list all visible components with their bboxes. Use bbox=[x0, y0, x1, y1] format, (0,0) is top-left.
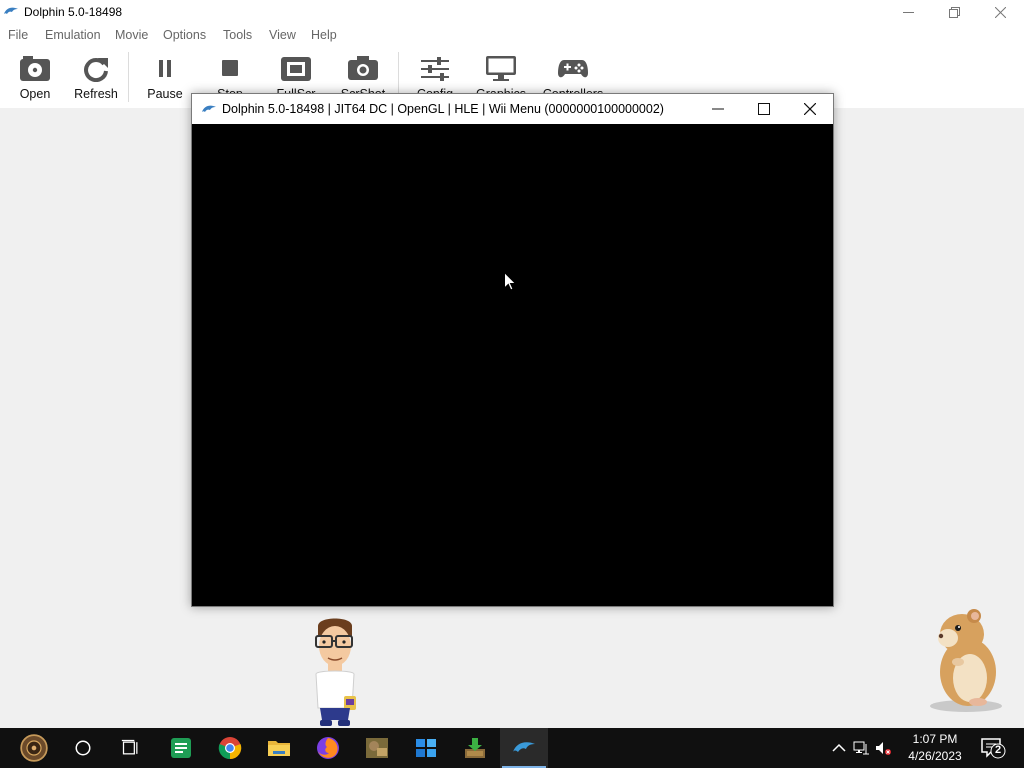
menu-help[interactable]: Help bbox=[311, 28, 337, 42]
render-minimize-button[interactable] bbox=[695, 94, 741, 124]
render-title-bar[interactable]: Dolphin 5.0-18498 | JIT64 DC | OpenGL | … bbox=[192, 94, 833, 124]
taskbar-app-store[interactable] bbox=[402, 728, 450, 768]
network-icon[interactable] bbox=[853, 740, 869, 756]
maximize-icon bbox=[758, 103, 770, 115]
refresh-icon bbox=[84, 58, 108, 82]
download-app-icon bbox=[465, 738, 485, 758]
menu-movie[interactable]: Movie bbox=[115, 28, 148, 42]
render-window: Dolphin 5.0-18498 | JIT64 DC | OpenGL | … bbox=[191, 93, 834, 607]
taskbar-app-green[interactable] bbox=[157, 728, 205, 768]
chrome-icon bbox=[218, 737, 242, 760]
stop-icon bbox=[222, 60, 238, 76]
menu-tools[interactable]: Tools bbox=[223, 28, 252, 42]
open-button[interactable]: Open bbox=[10, 46, 60, 108]
toolbar-separator bbox=[128, 52, 129, 102]
refresh-button[interactable]: Refresh bbox=[68, 46, 124, 108]
start-button[interactable] bbox=[10, 728, 58, 768]
green-app-icon bbox=[171, 738, 191, 758]
refresh-label: Refresh bbox=[74, 87, 118, 101]
main-title-bar: Dolphin 5.0-18498 bbox=[0, 0, 1024, 24]
close-button[interactable] bbox=[977, 0, 1023, 24]
cortana-icon bbox=[75, 740, 91, 756]
gamepad-icon bbox=[558, 60, 588, 78]
menu-view[interactable]: View bbox=[269, 28, 296, 42]
cortana-button[interactable] bbox=[59, 728, 107, 768]
taskbar-app-dolphin[interactable] bbox=[500, 728, 548, 768]
fullscreen-icon bbox=[281, 57, 311, 81]
dolphin-icon bbox=[202, 105, 216, 112]
file-explorer-icon bbox=[268, 741, 290, 756]
start-icon bbox=[20, 734, 48, 762]
taskbar-app-explorer[interactable] bbox=[255, 728, 303, 768]
monitor-icon bbox=[486, 56, 516, 81]
close-icon bbox=[804, 103, 816, 115]
render-output[interactable] bbox=[192, 124, 833, 606]
window-title: Dolphin 5.0-18498 bbox=[24, 5, 123, 19]
minimize-button[interactable] bbox=[885, 0, 931, 24]
menu-file[interactable]: File bbox=[8, 28, 28, 42]
taskbar-app-chrome[interactable] bbox=[206, 728, 254, 768]
windows-store-icon bbox=[416, 739, 436, 757]
taskbar: 1:07 PM 4/26/2023 2 bbox=[0, 728, 1024, 768]
task-view-button[interactable] bbox=[107, 728, 155, 768]
taskbar-app-game[interactable] bbox=[353, 728, 401, 768]
restore-icon bbox=[948, 6, 960, 18]
notification-count: 2 bbox=[994, 744, 1002, 756]
taskbar-app-firefox[interactable] bbox=[304, 728, 352, 768]
game-icon bbox=[366, 738, 388, 758]
render-close-button[interactable] bbox=[787, 94, 833, 124]
task-view-icon bbox=[121, 739, 138, 755]
hamster-figure bbox=[930, 609, 1002, 712]
mouse-cursor-icon bbox=[504, 272, 516, 291]
menu-bar: File Emulation Movie Options Tools View … bbox=[0, 24, 1024, 46]
render-window-title: Dolphin 5.0-18498 | JIT64 DC | OpenGL | … bbox=[222, 102, 664, 116]
pause-label: Pause bbox=[147, 87, 183, 101]
menu-emulation[interactable]: Emulation bbox=[45, 28, 101, 42]
menu-options[interactable]: Options bbox=[163, 28, 206, 42]
minimize-icon bbox=[712, 108, 724, 110]
minimize-icon bbox=[902, 11, 914, 13]
pause-icon bbox=[159, 60, 171, 77]
render-maximize-button[interactable] bbox=[741, 94, 787, 124]
restore-button[interactable] bbox=[931, 0, 977, 24]
open-disc-icon bbox=[20, 56, 50, 81]
camera-icon bbox=[348, 56, 378, 80]
sliders-icon bbox=[421, 57, 449, 81]
clock-date: 4/26/2023 bbox=[908, 749, 962, 763]
open-label: Open bbox=[19, 87, 51, 101]
dolphin-icon bbox=[4, 7, 18, 14]
dolphin-icon bbox=[513, 742, 535, 752]
notification-center-button[interactable]: 2 bbox=[980, 736, 1006, 760]
pause-button[interactable]: Pause bbox=[140, 46, 190, 108]
cartoon-man-figure bbox=[315, 618, 356, 726]
close-icon bbox=[994, 6, 1006, 18]
firefox-icon bbox=[317, 737, 339, 759]
system-clock[interactable]: 1:07 PM 4/26/2023 bbox=[896, 731, 974, 765]
clock-time: 1:07 PM bbox=[912, 732, 958, 746]
volume-muted-icon[interactable] bbox=[875, 740, 891, 756]
chevron-up-icon[interactable] bbox=[831, 740, 847, 756]
taskbar-app-download[interactable] bbox=[451, 728, 499, 768]
